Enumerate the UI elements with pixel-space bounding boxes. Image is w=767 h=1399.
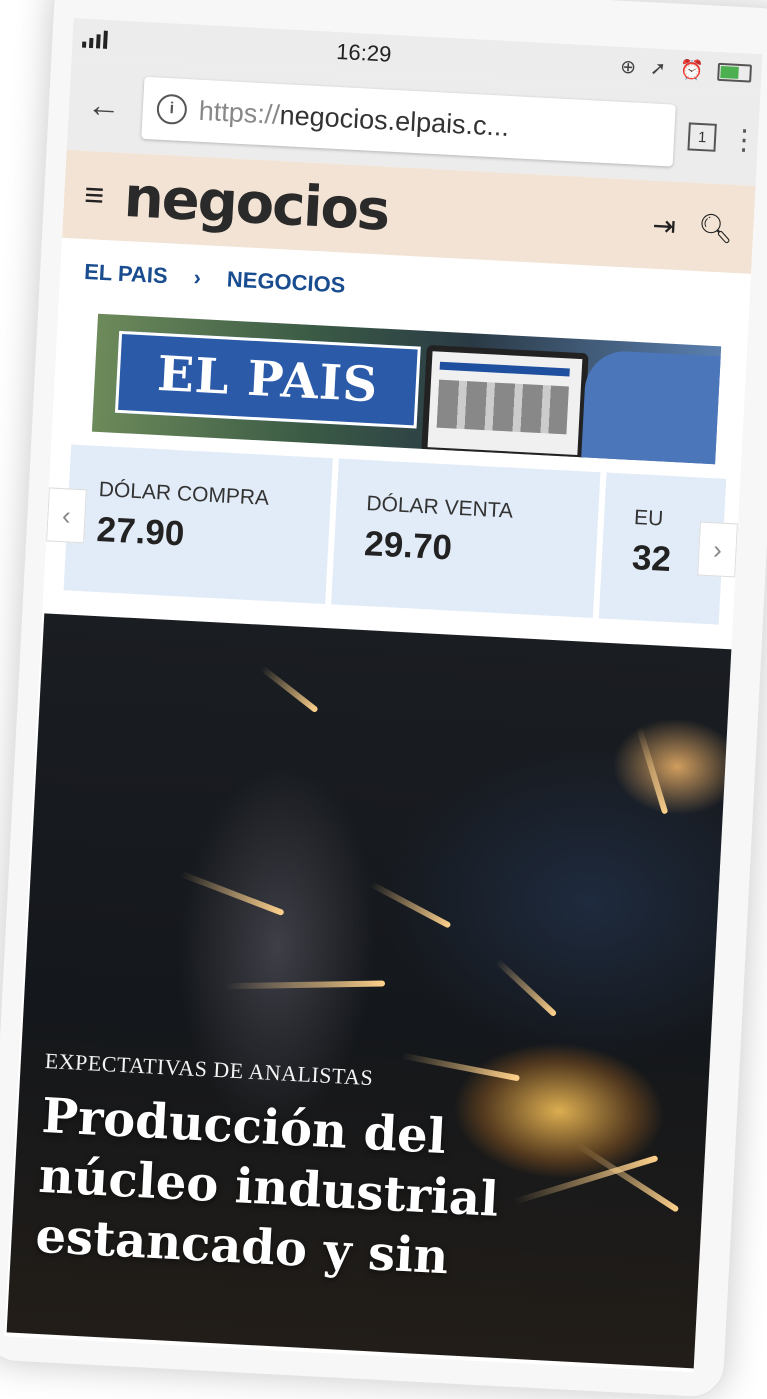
exchange-rates-carousel: DÓLAR COMPRA 27.90 DÓLAR VENTA 29.70 EU … (43, 443, 741, 626)
banner-logo: EL PAIS (114, 330, 421, 429)
url-text: https://negocios.elpais.c... (198, 95, 510, 142)
hero-article[interactable]: EXPECTATIVAS DE ANALISTAS Producción del… (6, 613, 734, 1369)
spark-streak (401, 1052, 521, 1082)
carousel-prev-button[interactable]: ‹ (46, 487, 87, 544)
breadcrumb-item-negocios[interactable]: NEGOCIOS (226, 266, 346, 298)
rate-label: DÓLAR VENTA (365, 492, 514, 523)
overflow-menu-icon[interactable]: ⋮ (729, 122, 759, 156)
spark-streak (369, 881, 452, 929)
spark-streak (179, 871, 285, 917)
login-icon[interactable]: ⇥ (652, 208, 677, 242)
carousel-next-button[interactable]: › (697, 521, 738, 578)
status-time: 16:29 (335, 38, 392, 67)
spark-streak (224, 980, 386, 990)
phone-frame: 16:29 ⊕ ➚ ⏰ ← i https://negocios.elpais.… (0, 0, 767, 1399)
tablet-image (421, 344, 589, 462)
url-bar[interactable]: i https://negocios.elpais.c... (141, 76, 676, 167)
breadcrumb-item-elpais[interactable]: EL PAIS (84, 259, 169, 289)
battery-icon (717, 62, 752, 83)
location-icon: ➚ (649, 57, 667, 80)
back-button[interactable]: ← (78, 85, 130, 127)
rate-card: DÓLAR COMPRA 27.90 (63, 444, 333, 605)
rate-value: 27.90 (95, 509, 186, 554)
chevron-right-icon: › (193, 264, 202, 291)
hamburger-menu-icon[interactable]: ≡ (83, 175, 105, 215)
hero-kicker: EXPECTATIVAS DE ANALISTAS (44, 1047, 374, 1091)
hero-headline[interactable]: Producción del núcleo industrial estanca… (34, 1086, 643, 1297)
site-logo[interactable]: negocios (122, 164, 632, 255)
elpais-banner-ad[interactable]: EL PAIS (91, 313, 722, 465)
signal-icon (81, 30, 108, 49)
rate-value: 29.70 (363, 524, 453, 568)
search-icon[interactable]: 🔍︎ (697, 211, 734, 246)
tab-switcher-button[interactable]: 1 (687, 122, 717, 152)
rate-card: DÓLAR VENTA 29.70 (331, 458, 601, 619)
alarm-icon: ⏰ (679, 59, 705, 83)
rotation-lock-icon: ⊕ (619, 56, 637, 79)
spark-streak (636, 726, 669, 815)
spark-streak (259, 665, 319, 714)
info-icon[interactable]: i (156, 93, 188, 126)
phone-screen: 16:29 ⊕ ➚ ⏰ ← i https://negocios.elpais.… (4, 18, 763, 1373)
rate-label: DÓLAR COMPRA (98, 478, 270, 510)
spark-streak (494, 958, 558, 1018)
hand-image (581, 349, 722, 465)
